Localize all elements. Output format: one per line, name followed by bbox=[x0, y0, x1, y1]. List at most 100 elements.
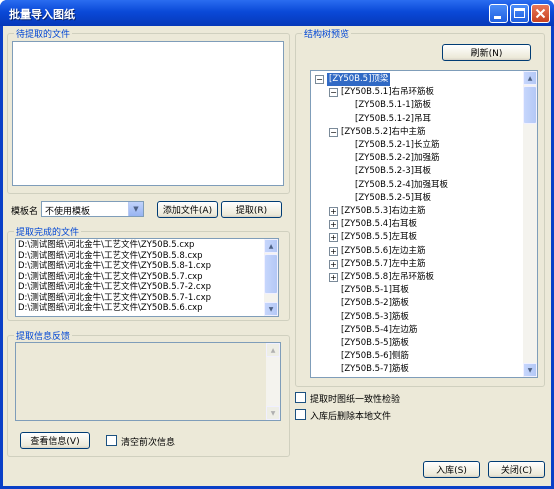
tree-node-label: [ZY50B.5-5]筋板 bbox=[341, 338, 409, 348]
tree-node-label: [ZY50B.5.2-3]耳板 bbox=[355, 166, 431, 177]
expand-icon[interactable]: + bbox=[329, 273, 338, 282]
list-item[interactable]: D:\测试图纸\河北金牛\工艺文件\ZY50B.5.8-1.cxp bbox=[18, 261, 276, 272]
tree-node[interactable]: [ZY50B.5.2-4]加强耳板 bbox=[311, 179, 524, 192]
clear-prev-checkbox[interactable] bbox=[106, 435, 117, 446]
feedback-scrollbar[interactable]: ▲ ▼ bbox=[266, 343, 280, 420]
tree-node-label: [ZY50B.5-6]侧筋 bbox=[341, 351, 409, 362]
tree-node[interactable]: [ZY50B.5-5]筋板 bbox=[311, 337, 524, 350]
tree-node-label: [ZY50B.5-4]左边筋 bbox=[341, 324, 418, 335]
chevron-down-icon[interactable]: ▼ bbox=[128, 202, 143, 216]
tree-node-label: [ZY50B.5-7]筋板 bbox=[341, 364, 409, 375]
delete-local-checkbox[interactable] bbox=[295, 409, 306, 420]
tree-node[interactable]: + [ZY50B.5.7]左中主筋 bbox=[311, 258, 524, 271]
tree-node[interactable]: [ZY50B.5.2-1]长立筋 bbox=[311, 139, 524, 152]
tree-node[interactable]: + [ZY50B.5.8]左吊环筋板 bbox=[311, 271, 524, 284]
list-item[interactable]: D:\测试图纸\河北金牛\工艺文件\ZY50B.5.8.cxp bbox=[18, 251, 276, 262]
close-button[interactable]: 关闭(C) bbox=[488, 461, 545, 478]
title-bar[interactable]: 批量导入图纸 bbox=[0, 0, 554, 26]
scroll-up-icon[interactable]: ▲ bbox=[264, 239, 278, 253]
tree-node-label: [ZY50B.5.1-1]筋板 bbox=[355, 100, 431, 111]
consistency-check-checkbox[interactable] bbox=[295, 392, 306, 403]
done-files-scrollbar[interactable]: ▲ ▼ bbox=[264, 239, 278, 316]
pending-files-label: 待提取的文件 bbox=[14, 27, 73, 40]
add-file-button[interactable]: 添加文件(A) bbox=[157, 201, 218, 218]
pending-files-group: 待提取的文件 bbox=[7, 27, 290, 194]
tree-node[interactable]: [ZY50B.5-2]筋板 bbox=[311, 297, 524, 310]
feedback-area[interactable]: ▲ ▼ bbox=[15, 342, 281, 421]
tree-node[interactable]: + [ZY50B.5.4]右耳板 bbox=[311, 218, 524, 231]
tree-node-label: [ZY50B.5.2]右中主筋 bbox=[341, 126, 426, 137]
list-item[interactable]: D:\测试图纸\河北金牛\工艺文件\ZY50B.5.7-2.cxp bbox=[18, 282, 276, 293]
pending-files-list[interactable] bbox=[12, 41, 284, 186]
tree-node[interactable]: − [ZY50B.5.2]右中主筋 bbox=[311, 126, 524, 139]
extract-button[interactable]: 提取(R) bbox=[221, 201, 282, 218]
close-window-button[interactable] bbox=[531, 4, 550, 23]
scroll-down-icon[interactable]: ▼ bbox=[523, 363, 537, 377]
list-item[interactable]: D:\测试图纸\河北金牛\工艺文件\ZY50B.5.7-1.cxp bbox=[18, 293, 276, 304]
tree-node[interactable]: [ZY50B.5-1]耳板 bbox=[311, 284, 524, 297]
tree-node[interactable]: + [ZY50B.5.3]右边主筋 bbox=[311, 205, 524, 218]
collapse-icon[interactable]: − bbox=[329, 88, 338, 98]
done-files-rows: D:\测试图纸\河北金牛\工艺文件\ZY50B.5.cxp D:\测试图纸\河北… bbox=[16, 239, 278, 315]
tree-node-label: [ZY50B.5.3]右边主筋 bbox=[341, 206, 426, 216]
import-button[interactable]: 入库(S) bbox=[423, 461, 480, 478]
scroll-thumb[interactable] bbox=[264, 254, 278, 294]
tree-node[interactable]: [ZY50B.5-6]侧筋 bbox=[311, 350, 524, 363]
scroll-down-icon[interactable]: ▼ bbox=[264, 302, 278, 316]
dialog-window: 批量导入图纸 待提取的文件 模板名 不使用模板 ▼ 添加文件(A) 提取(R) bbox=[0, 0, 554, 489]
tree-node[interactable]: [ZY50B.5.2-3]耳板 bbox=[311, 165, 524, 178]
refresh-button[interactable]: 刷新(N) bbox=[442, 44, 531, 61]
tree-node[interactable]: + [ZY50B.5.5]左耳板 bbox=[311, 231, 524, 244]
tree-scrollbar[interactable]: ▲ ▼ bbox=[523, 71, 537, 377]
tree-node-label: [ZY50B.5.5]左耳板 bbox=[341, 232, 418, 243]
collapse-icon[interactable]: − bbox=[315, 75, 324, 84]
tree-node[interactable]: [ZY50B.5-3]筋板 bbox=[311, 311, 524, 324]
tree-node[interactable]: [ZY50B.5-4]左边筋 bbox=[311, 324, 524, 337]
maximize-icon bbox=[514, 8, 525, 18]
tree-node[interactable]: [ZY50B.5-7]筋板 bbox=[311, 363, 524, 376]
list-item[interactable]: D:\测试图纸\河北金牛\工艺文件\ZY50B.5.cxp bbox=[18, 240, 276, 251]
expand-icon[interactable]: + bbox=[329, 233, 338, 243]
tree-node-label: [ZY50B.5.1]右吊环筋板 bbox=[341, 87, 435, 98]
tree-node[interactable]: − [ZY50B.5]顶梁 bbox=[311, 73, 524, 86]
tree-preview-label: 结构树预览 bbox=[302, 27, 352, 40]
feedback-label: 提取信息反馈 bbox=[14, 329, 73, 342]
tree-node-label: [ZY50B.5.6]左边主筋 bbox=[341, 245, 426, 256]
tree-node-label: [ZY50B.5.7]左中主筋 bbox=[341, 258, 426, 269]
expand-icon[interactable]: + bbox=[329, 207, 338, 216]
minimize-icon bbox=[494, 16, 501, 19]
tree-node[interactable]: [ZY50B.5.2-5]耳板 bbox=[311, 192, 524, 205]
structure-tree[interactable]: − [ZY50B.5]顶梁 − [ZY50B.5.1]右吊环筋板 [ZY50B.5.1-… bbox=[310, 70, 538, 378]
view-info-button[interactable]: 查看信息(V) bbox=[20, 432, 90, 449]
tree-node-label: [ZY50B.5.4]右耳板 bbox=[341, 219, 418, 230]
template-label: 模板名 bbox=[11, 207, 39, 217]
done-files-label: 提取完成的文件 bbox=[14, 225, 82, 238]
scroll-down-icon: ▼ bbox=[266, 406, 280, 420]
tree-node-label: [ZY50B.5.1-2]吊耳 bbox=[355, 113, 431, 124]
scroll-thumb[interactable] bbox=[523, 86, 537, 124]
scroll-up-icon: ▲ bbox=[266, 343, 280, 357]
tree-node-label: [ZY50B.5.2-4]加强耳板 bbox=[355, 179, 448, 190]
maximize-button[interactable] bbox=[510, 4, 529, 23]
dialog-body: 待提取的文件 模板名 不使用模板 ▼ 添加文件(A) 提取(R) 提取完成的文件… bbox=[3, 26, 551, 486]
done-files-group: 提取完成的文件 D:\测试图纸\河北金牛\工艺文件\ZY50B.5.cxp D:… bbox=[7, 225, 290, 321]
scroll-up-icon[interactable]: ▲ bbox=[523, 71, 537, 85]
list-item[interactable]: D:\测试图纸\河北金牛\工艺文件\ZY50B.5.6.cxp bbox=[18, 303, 276, 314]
tree-node[interactable]: [ZY50B.5.1-2]吊耳 bbox=[311, 113, 524, 126]
collapse-icon[interactable]: − bbox=[329, 127, 338, 137]
expand-icon[interactable]: + bbox=[329, 259, 338, 269]
feedback-group: 提取信息反馈 ▲ ▼ 查看信息(V) 清空前次信息 bbox=[7, 329, 290, 457]
tree-node[interactable]: [ZY50B.5.2-2]加强筋 bbox=[311, 152, 524, 165]
template-select[interactable]: 不使用模板 ▼ bbox=[41, 201, 144, 217]
expand-icon[interactable]: + bbox=[329, 220, 338, 230]
tree-node[interactable]: + [ZY50B.5.6]左边主筋 bbox=[311, 245, 524, 258]
tree-node-label: [ZY50B.5.8]左吊环筋板 bbox=[341, 272, 435, 282]
tree-node[interactable]: [ZY50B.5.1-1]筋板 bbox=[311, 99, 524, 112]
tree-node-label: [ZY50B.5-3]筋板 bbox=[341, 311, 409, 322]
expand-icon[interactable]: + bbox=[329, 246, 338, 256]
done-files-list[interactable]: D:\测试图纸\河北金牛\工艺文件\ZY50B.5.cxp D:\测试图纸\河北… bbox=[15, 238, 279, 317]
close-icon bbox=[535, 8, 546, 19]
tree-node[interactable]: − [ZY50B.5.1]右吊环筋板 bbox=[311, 86, 524, 99]
list-item[interactable]: D:\测试图纸\河北金牛\工艺文件\ZY50B.5.7.cxp bbox=[18, 272, 276, 283]
minimize-button[interactable] bbox=[489, 4, 508, 23]
